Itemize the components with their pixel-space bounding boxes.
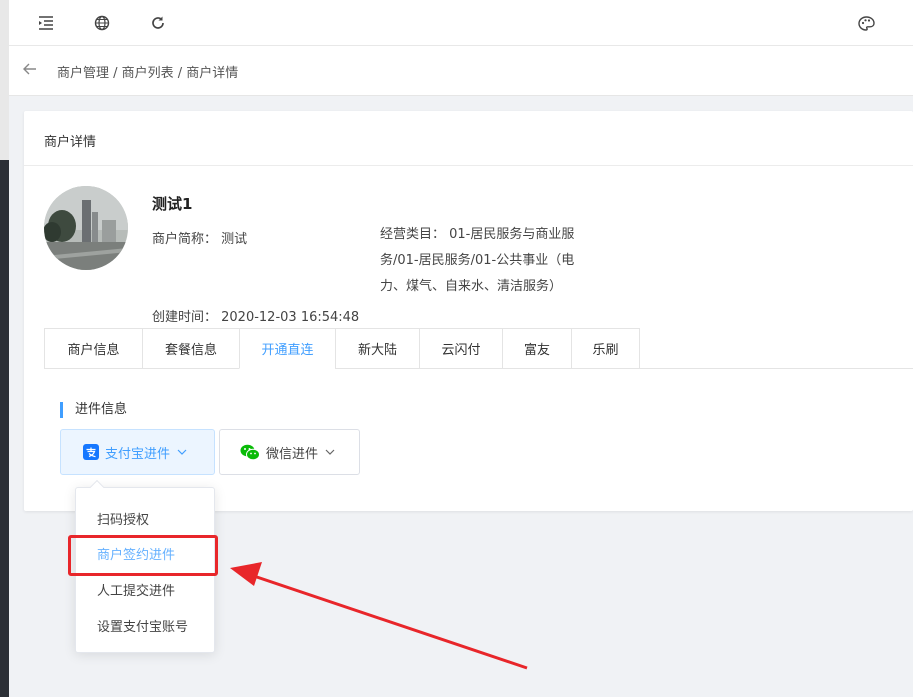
avatar <box>44 186 128 270</box>
detail-tabs: 商户信息 套餐信息 开通直连 新大陆 云闪付 富友 乐刷 <box>44 328 640 369</box>
back-arrow-icon[interactable] <box>22 61 40 79</box>
tab-unionpay-quickpass[interactable]: 云闪付 <box>419 328 502 369</box>
top-bar <box>9 0 913 46</box>
chevron-down-icon <box>325 449 335 455</box>
merchant-detail-card: 商户详情 测试1 商户简称： 测试 经营类目： 01-居民服务与商业服务/01-… <box>24 111 913 511</box>
globe-icon[interactable] <box>91 12 113 34</box>
card-title: 商户详情 <box>24 111 913 166</box>
business-category: 经营类目： 01-居民服务与商业服务/01-居民服务/01-公共事业（电力、煤气… <box>380 227 575 294</box>
tabs-divider <box>639 368 913 369</box>
merchant-short-name: 商户简称： 测试 <box>152 232 248 247</box>
tab-merchant-info[interactable]: 商户信息 <box>44 328 142 369</box>
breadcrumb-bar: 商户管理 / 商户列表 / 商户详情 <box>9 46 913 96</box>
breadcrumb[interactable]: 商户管理 / 商户列表 / 商户详情 <box>57 62 238 81</box>
sidebar-edge <box>0 160 9 697</box>
wechat-onboarding-button[interactable]: 微信进件 <box>219 429 360 475</box>
menu-item-manual-submit-onboarding[interactable]: 人工提交进件 <box>97 580 175 599</box>
annotation-highlight-box <box>68 535 218 576</box>
wechat-button-label: 微信进件 <box>266 446 319 462</box>
tab-newland[interactable]: 新大陆 <box>335 328 419 369</box>
menu-item-set-alipay-account[interactable]: 设置支付宝账号 <box>97 616 188 635</box>
alipay-icon <box>83 444 99 460</box>
created-time: 创建时间： 2020-12-03 16:54:48 <box>152 310 360 325</box>
refresh-icon[interactable] <box>147 12 169 34</box>
wechat-icon <box>240 444 260 461</box>
alipay-button-label: 支付宝进件 <box>105 446 171 462</box>
left-edge-strip <box>0 0 9 697</box>
palette-icon[interactable] <box>855 12 877 34</box>
menu-item-scan-authorize[interactable]: 扫码授权 <box>97 509 149 528</box>
section-title: 进件信息 <box>60 402 127 418</box>
merchant-name: 测试1 <box>152 195 193 213</box>
alipay-onboarding-button[interactable]: 支付宝进件 <box>60 429 215 475</box>
tab-direct-connect[interactable]: 开通直连 <box>239 328 335 369</box>
tab-fuiou[interactable]: 富友 <box>502 328 571 369</box>
menu-fold-icon[interactable] <box>35 12 57 34</box>
chevron-down-icon <box>177 449 187 455</box>
tab-leshua[interactable]: 乐刷 <box>571 328 640 369</box>
tab-package-info[interactable]: 套餐信息 <box>142 328 239 369</box>
